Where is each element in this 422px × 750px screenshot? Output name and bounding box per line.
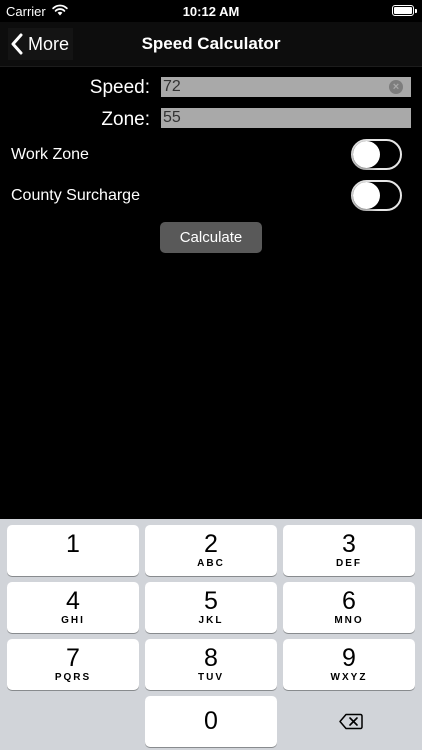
- delete-key[interactable]: [283, 696, 415, 747]
- key-digit: 8: [204, 644, 218, 672]
- key-letters: DEF: [336, 558, 362, 569]
- key-digit: 9: [342, 644, 356, 672]
- key-digit: 2: [204, 530, 218, 558]
- key-letters: ABC: [197, 558, 225, 569]
- key-digit: 7: [66, 644, 80, 672]
- clear-icon[interactable]: ×: [389, 80, 403, 94]
- key-digit: 1: [66, 530, 80, 558]
- key-4[interactable]: 4 GHI: [7, 582, 139, 633]
- county-surcharge-toggle[interactable]: [351, 180, 402, 211]
- county-surcharge-label: County Surcharge: [11, 187, 140, 204]
- work-zone-toggle[interactable]: [351, 139, 402, 170]
- status-bar: Carrier 10:12 AM: [0, 0, 422, 22]
- key-letters: JKL: [198, 615, 224, 626]
- key-2[interactable]: 2 ABC: [145, 525, 277, 576]
- key-8[interactable]: 8 TUV: [145, 639, 277, 690]
- key-letters: MNO: [334, 615, 364, 626]
- battery-icon: [392, 5, 417, 16]
- key-digit: 0: [204, 707, 218, 735]
- zone-input[interactable]: [161, 108, 411, 128]
- speed-calculator-screen: Carrier 10:12 AM More Speed Calculator S…: [0, 0, 422, 750]
- navigation-bar: More Speed Calculator: [0, 22, 422, 67]
- page-title: Speed Calculator: [141, 34, 281, 53]
- toggle-knob: [353, 141, 380, 168]
- key-letters: TUV: [198, 672, 224, 683]
- key-0[interactable]: 0: [145, 696, 277, 747]
- speed-input[interactable]: [161, 77, 411, 97]
- key-letters: GHI: [61, 615, 85, 626]
- backspace-icon: [339, 713, 363, 730]
- numeric-keypad: 1 2 ABC 3 DEF 4 GHI 5 JKL 6 MNO 7 PQRS 8: [0, 519, 422, 750]
- key-3[interactable]: 3 DEF: [283, 525, 415, 576]
- work-zone-label: Work Zone: [11, 146, 89, 163]
- key-1[interactable]: 1: [7, 525, 139, 576]
- key-digit: 3: [342, 530, 356, 558]
- speed-label: Speed:: [89, 77, 150, 98]
- key-digit: 5: [204, 587, 218, 615]
- calculate-button[interactable]: Calculate: [160, 222, 262, 253]
- key-digit: 4: [66, 587, 80, 615]
- key-7[interactable]: 7 PQRS: [7, 639, 139, 690]
- key-letters: WXYZ: [330, 672, 368, 683]
- key-6[interactable]: 6 MNO: [283, 582, 415, 633]
- key-9[interactable]: 9 WXYZ: [283, 639, 415, 690]
- key-digit: 6: [342, 587, 356, 615]
- key-letters: PQRS: [54, 672, 92, 683]
- zone-label: Zone:: [101, 109, 150, 130]
- key-5[interactable]: 5 JKL: [145, 582, 277, 633]
- clock-label: 10:12 AM: [182, 4, 240, 19]
- toggle-knob: [353, 182, 380, 209]
